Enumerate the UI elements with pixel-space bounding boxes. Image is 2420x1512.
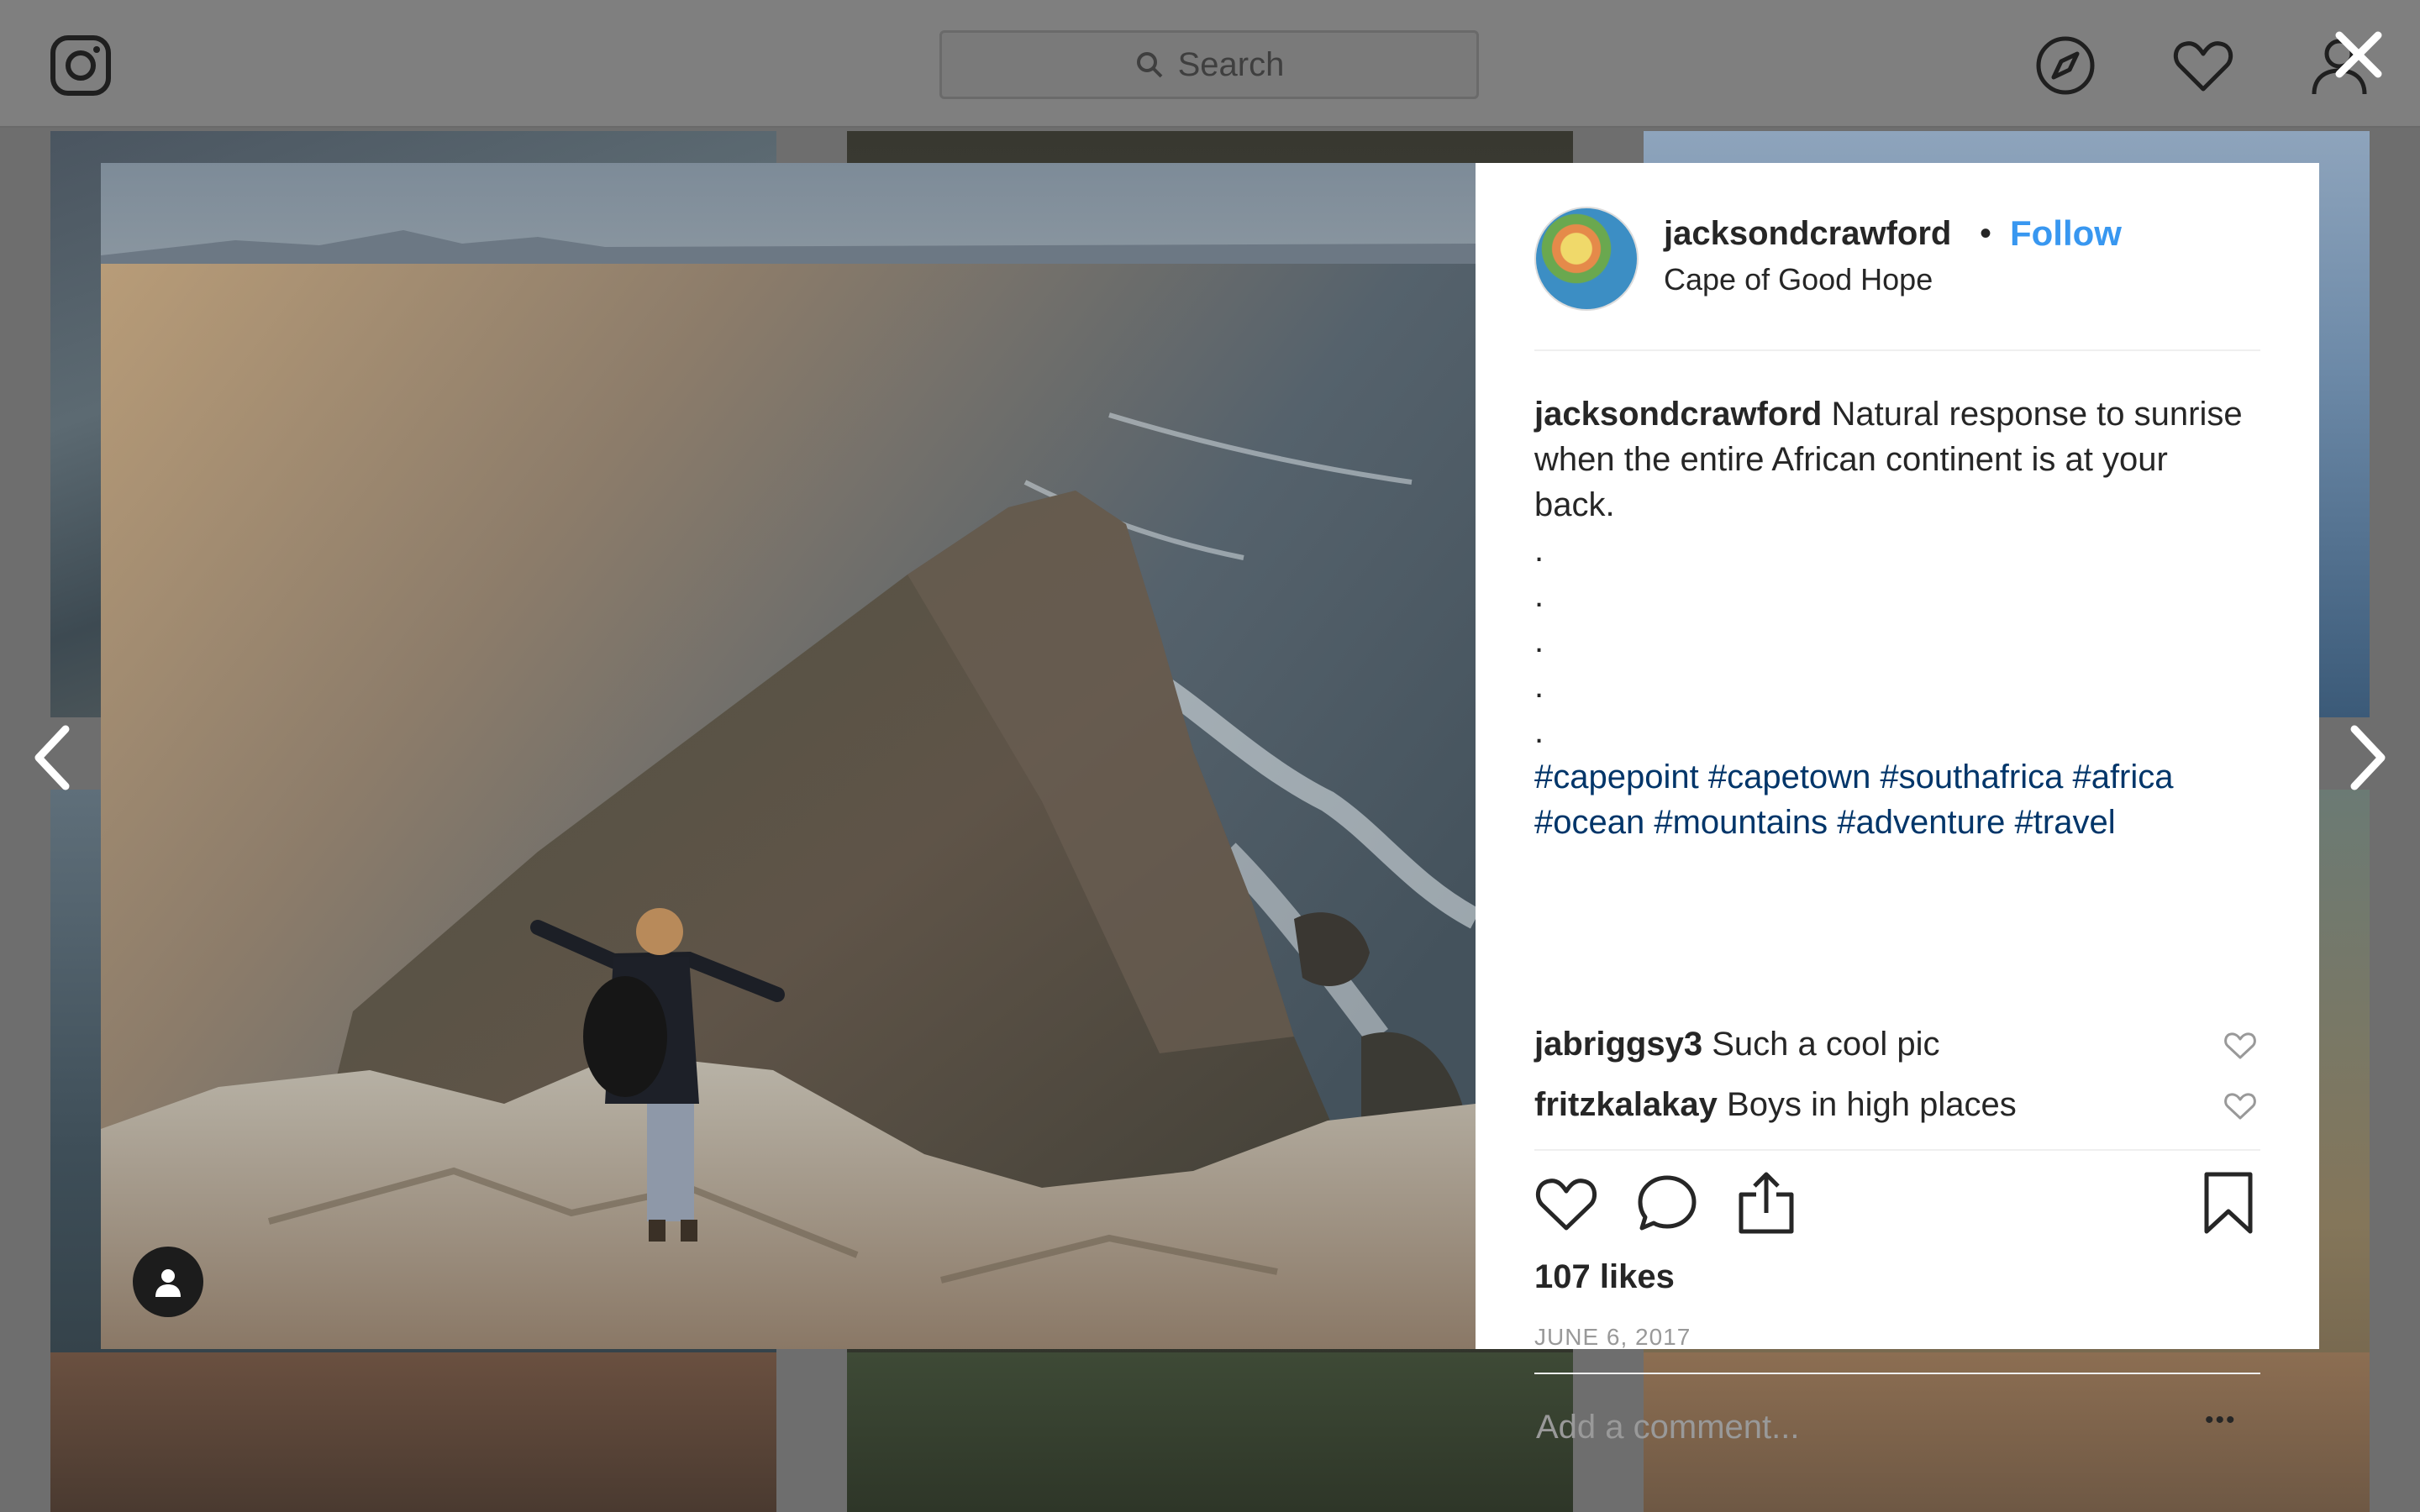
post-modal: jacksondcrawford • Follow Cape of Good H…: [101, 163, 2319, 1453]
post-author-username[interactable]: jacksondcrawford: [1664, 215, 1951, 253]
like-heart-icon[interactable]: [1534, 1171, 1598, 1235]
chevron-right-icon[interactable]: [2344, 722, 2391, 793]
user-tag-button[interactable]: [133, 1247, 203, 1317]
likes-count[interactable]: 107 likes: [1534, 1258, 1675, 1296]
comment-username[interactable]: jabriggsy3: [1534, 1026, 1702, 1063]
post-actions: [1534, 1171, 2260, 1247]
avatar[interactable]: [1534, 207, 1639, 311]
comment-item: fritzkalakay Boys in high places: [1534, 1082, 2257, 1127]
compass-icon[interactable]: [2033, 34, 2097, 97]
caption-username[interactable]: jacksondcrawford: [1534, 396, 1822, 433]
post-photo-scene: [101, 163, 1476, 1349]
header-separator: •: [1980, 215, 1992, 252]
chevron-left-icon[interactable]: [29, 722, 76, 793]
post-sidebar: jacksondcrawford • Follow Cape of Good H…: [1476, 163, 2319, 1453]
user-tag-icon: [155, 1269, 181, 1297]
divider: [1534, 1373, 2260, 1374]
post-header: jacksondcrawford • Follow Cape of Good H…: [1534, 207, 2260, 351]
post-photo[interactable]: [101, 163, 1476, 1349]
comment-text: Boys in high places: [1727, 1086, 2017, 1123]
divider: [1534, 1149, 2260, 1151]
post-location[interactable]: Cape of Good Hope: [1664, 262, 1933, 297]
comment-like-heart-icon[interactable]: [2223, 1090, 2257, 1121]
caption-hashtags[interactable]: #capepoint #capetown #southafrica #afric…: [1534, 754, 2257, 845]
follow-button[interactable]: Follow: [2010, 213, 2122, 254]
search-input[interactable]: Search: [939, 30, 1479, 99]
caption-dots: . . . . .: [1534, 532, 1544, 750]
post-date: JUNE 6, 2017: [1534, 1324, 1691, 1350]
comment-icon[interactable]: [1635, 1171, 1699, 1235]
bookmark-icon[interactable]: [2196, 1171, 2260, 1235]
top-navigation-bar: Search: [0, 0, 2420, 128]
heart-icon[interactable]: [2171, 34, 2235, 97]
search-placeholder: Search: [1177, 45, 1285, 83]
close-icon[interactable]: [2331, 27, 2386, 82]
share-icon[interactable]: [1734, 1171, 1798, 1235]
add-comment-input[interactable]: [1534, 1401, 2176, 1453]
comment-username[interactable]: fritzkalakay: [1534, 1086, 1718, 1123]
instagram-icon[interactable]: [49, 34, 113, 97]
post-caption: jacksondcrawford Natural response to sun…: [1534, 391, 2257, 845]
search-icon: [1136, 52, 1163, 78]
comment-like-heart-icon[interactable]: [2223, 1030, 2257, 1060]
more-options-button[interactable]: •••: [2205, 1406, 2237, 1435]
comment-text: Such a cool pic: [1712, 1026, 1940, 1063]
comment-item: jabriggsy3 Such a cool pic: [1534, 1021, 2257, 1067]
